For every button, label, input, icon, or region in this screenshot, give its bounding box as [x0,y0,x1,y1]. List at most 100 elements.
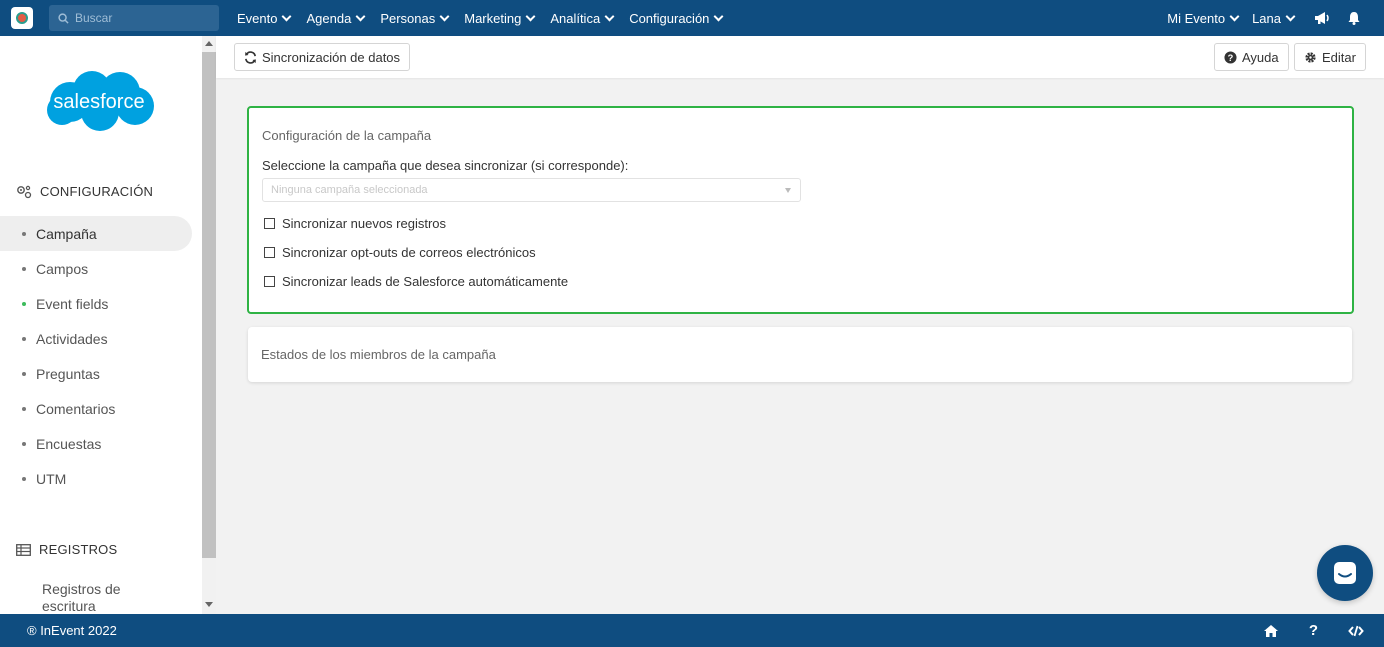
help-label: Ayuda [1242,49,1279,65]
scroll-up-icon[interactable] [205,41,213,46]
bullet-icon [22,406,26,411]
nav-agenda[interactable]: Agenda [306,10,366,26]
sync-leads-auto-label: Sincronizar leads de Salesforce automáti… [282,274,569,289]
salesforce-logo: salesforce [47,71,154,131]
chat-button[interactable] [1317,545,1373,601]
sidebar-item-label: Campaña [36,225,97,242]
megaphone-icon[interactable] [1314,11,1330,25]
chevron-down-icon [604,11,615,21]
help-icon[interactable]: ? [1309,622,1318,639]
sync-new-records-label: Sincronizar nuevos registros [282,216,447,231]
sidebar-item-label-line2: escritura [42,598,96,614]
svg-text:?: ? [1228,52,1234,62]
campaign-config-card: Configuración de la campaña Seleccione l… [247,106,1354,314]
edit-label: Editar [1322,49,1356,65]
search-input[interactable]: Buscar [49,5,219,31]
sidebar-item-campana[interactable]: Campaña [0,216,192,251]
bullet-icon [22,266,26,271]
copyright-text: ® InEvent 2022 [27,623,117,638]
sync-email-optouts-checkbox[interactable] [264,247,275,258]
campaign-config-title: Configuración de la campaña [262,128,432,143]
refresh-icon [245,50,256,64]
nav-evento[interactable]: Evento [237,10,292,26]
sidebar-item-label: Event fields [36,295,109,312]
section-configuracion-label: CONFIGURACIÓN [40,184,154,199]
chevron-down-icon [282,11,292,21]
inevent-logo[interactable] [11,7,33,29]
gears-icon [17,185,32,198]
sync-data-button[interactable]: Sincronización de datos [234,43,411,71]
nav-marketing-label: Marketing [464,10,522,26]
section-registros-label: REGISTROS [39,542,118,557]
chevron-down-icon [439,11,450,21]
sidebar-item-label: Comentarios [36,400,116,417]
bullet-icon [22,301,26,306]
sidebar-item-campos[interactable]: Campos [0,251,192,286]
nav-configuracion[interactable]: Configuración [629,10,724,26]
sidebar-item-actividades[interactable]: Actividades [0,321,192,356]
nav-personas[interactable]: Personas [380,10,450,26]
caret-down-icon [785,188,791,193]
sidebar-item-encuestas[interactable]: Encuestas [0,426,192,461]
sync-new-records-checkbox[interactable] [264,218,275,229]
bullet-icon [22,476,26,481]
user-menu[interactable]: Lana [1252,10,1296,26]
sidebar-item-label-line1: Registros de [42,581,121,597]
user-menu-label: Lana [1252,10,1281,26]
sidebar: salesforce CONFIGURACIÓN Campaña Campos … [0,36,202,614]
chevron-down-icon [355,11,366,21]
sidebar-item-label: UTM [36,470,67,487]
event-selector[interactable]: Mi Evento [1167,11,1240,26]
question-circle-icon: ? [1224,50,1237,64]
footer: ® InEvent 2022 ? [0,614,1384,647]
nav-personas-label: Personas [380,10,436,26]
nav-right: Mi Evento Lana [1167,11,1372,26]
sidebar-scroll-thumb[interactable] [202,52,216,558]
nav-analitica[interactable]: Analítica [550,10,615,26]
campaign-select-placeholder: Ninguna campaña seleccionada [271,184,428,196]
nav-agenda-label: Agenda [306,10,352,26]
nav-marketing[interactable]: Marketing [464,10,536,26]
sidebar-item-label: Actividades [36,330,108,347]
nav-configuracion-label: Configuración [629,10,710,26]
campaign-select[interactable]: Ninguna campaña seleccionada [262,178,801,202]
table-icon [16,543,31,556]
salesforce-logo-text: salesforce [53,91,144,113]
bullet-icon [22,231,26,236]
sync-data-label: Sincronización de datos [262,49,401,65]
help-button[interactable]: ? Ayuda [1214,43,1289,71]
main-menu: Evento Agenda Personas Marketing Analíti… [237,11,738,26]
chevron-down-icon [713,11,724,21]
chevron-down-icon [1229,11,1240,21]
sidebar-item-label: Campos [36,260,89,277]
sidebar-item-utm[interactable]: UTM [0,461,192,496]
sidebar-item-registros-escritura[interactable]: Registros de escritura [42,581,121,614]
sidebar-item-label: Encuestas [36,435,102,452]
bullet-icon [22,371,26,376]
sidebar-item-comentarios[interactable]: Comentarios [0,391,192,426]
top-navbar: Buscar Evento Agenda Personas Marketing … [0,0,1384,36]
sidebar-item-event-fields[interactable]: Event fields [0,286,192,321]
bell-icon[interactable] [1348,11,1360,25]
member-statuses-card[interactable]: Estados de los miembros de la campaña [248,327,1352,382]
home-icon[interactable] [1263,624,1279,638]
scroll-down-icon[interactable] [205,602,213,607]
chevron-down-icon [1285,11,1296,21]
footer-icons: ? [1233,622,1364,639]
sidebar-item-preguntas[interactable]: Preguntas [0,356,192,391]
sync-leads-auto-checkbox[interactable] [264,276,275,287]
nav-analitica-label: Analítica [550,10,601,26]
sidebar-item-label: Preguntas [36,365,100,382]
sync-email-optouts-option: Sincronizar opt-outs de correos electrón… [264,245,536,260]
sync-email-optouts-label: Sincronizar opt-outs de correos electrón… [282,245,536,260]
section-configuracion: CONFIGURACIÓN [16,184,153,199]
edit-button[interactable]: Editar [1294,43,1366,71]
search-icon [58,12,69,24]
gear-icon [1305,51,1316,63]
member-statuses-title: Estados de los miembros de la campaña [261,347,496,362]
code-icon[interactable] [1348,624,1364,638]
search-placeholder: Buscar [75,11,113,25]
nav-evento-label: Evento [237,10,278,26]
section-registros: REGISTROS [16,542,117,557]
campaign-select-label: Seleccione la campaña que desea sincroni… [262,158,629,173]
